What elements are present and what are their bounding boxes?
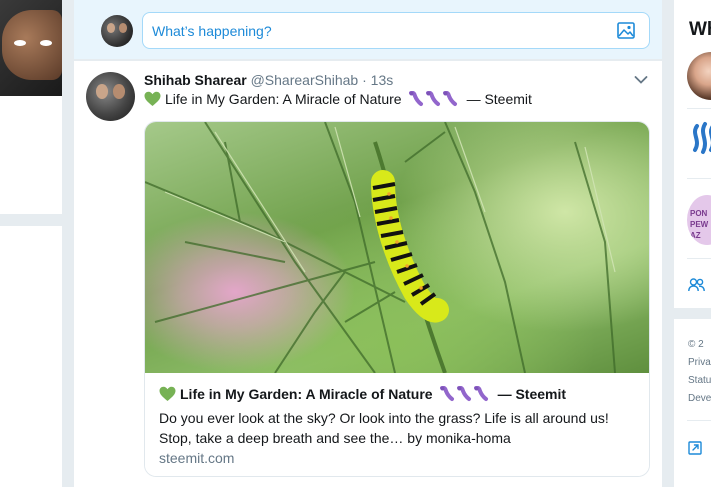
green-heart-icon bbox=[144, 91, 161, 106]
tweet-separator: · bbox=[362, 72, 367, 88]
who-to-follow-title: Wh bbox=[689, 19, 711, 40]
suggested-account-avatar[interactable]: PON PEW AZ bbox=[687, 195, 711, 245]
people-icon[interactable] bbox=[688, 278, 705, 292]
divider bbox=[687, 420, 711, 421]
card-image[interactable] bbox=[145, 122, 649, 373]
caterpillar-icon bbox=[473, 386, 488, 401]
tweet-timestamp[interactable]: 13s bbox=[371, 72, 394, 88]
link-preview-card[interactable]: Life in My Garden: A Miracle of Nature —… bbox=[144, 121, 650, 477]
left-secondary-card bbox=[0, 226, 62, 487]
image-icon[interactable] bbox=[617, 22, 635, 39]
tweet[interactable]: Shihab Sharear @SharearShihab · 13s Life… bbox=[74, 61, 662, 487]
tweet-text: Life in My Garden: A Miracle of Nature —… bbox=[144, 91, 532, 107]
suggested-account-avatar[interactable] bbox=[687, 52, 711, 100]
tweet-author-handle[interactable]: @SharearShihab bbox=[251, 72, 359, 88]
tweet-text-suffix: — Steemit bbox=[466, 91, 532, 107]
divider bbox=[687, 258, 711, 259]
tweet-author-name[interactable]: Shihab Sharear bbox=[144, 72, 247, 88]
caterpillar-icon bbox=[408, 91, 423, 106]
profile-banner-photo[interactable] bbox=[0, 0, 62, 96]
profile-face bbox=[2, 10, 62, 80]
caterpillar-icon bbox=[456, 386, 471, 401]
card-body[interactable]: Life in My Garden: A Miracle of Nature —… bbox=[145, 373, 649, 476]
caterpillar-photo bbox=[145, 122, 616, 373]
tweet-author-avatar[interactable] bbox=[86, 72, 135, 121]
card-title[interactable]: Life in My Garden: A Miracle of Nature —… bbox=[159, 386, 566, 402]
compose-placeholder: What’s happening? bbox=[152, 23, 272, 39]
profile-eye bbox=[40, 40, 52, 46]
card-domain: steemit.com bbox=[159, 450, 235, 466]
panel-gap bbox=[674, 308, 711, 319]
tweet-header: Shihab Sharear @SharearShihab · 13s bbox=[144, 72, 393, 88]
divider bbox=[687, 178, 711, 179]
footer-copyright: © 2 bbox=[688, 339, 704, 350]
card-title-text: Life in My Garden: A Miracle of Nature bbox=[180, 386, 433, 402]
card-description: Do you ever look at the sky? Or look int… bbox=[159, 410, 609, 446]
compose-input[interactable]: What’s happening? bbox=[142, 12, 650, 49]
left-profile-card bbox=[0, 0, 62, 214]
timeline-column: What’s happening? Shihab Sharear @Sharea… bbox=[74, 0, 662, 487]
card-title-suffix: — Steemit bbox=[497, 386, 567, 402]
compose-avatar[interactable] bbox=[101, 15, 133, 47]
chevron-down-icon[interactable] bbox=[634, 75, 648, 85]
divider bbox=[687, 108, 711, 109]
profile-eye bbox=[14, 40, 26, 46]
steemit-logo-icon[interactable] bbox=[687, 118, 711, 158]
caterpillar-emoji-group bbox=[408, 91, 460, 107]
caterpillar-icon bbox=[439, 386, 454, 401]
external-link-icon[interactable] bbox=[688, 441, 702, 455]
tweet-text-body: Life in My Garden: A Miracle of Nature bbox=[165, 91, 402, 107]
who-to-follow-panel: Wh PON PEW AZ © 2 Priva Statu Deve bbox=[674, 0, 711, 487]
caterpillar-emoji-group bbox=[439, 386, 491, 402]
compose-box: What’s happening? bbox=[74, 0, 662, 60]
footer-link-developers[interactable]: Deve bbox=[688, 393, 711, 404]
green-heart-icon bbox=[159, 386, 176, 401]
caterpillar-icon bbox=[425, 91, 440, 106]
caterpillar-icon bbox=[442, 91, 457, 106]
footer-link-privacy[interactable]: Priva bbox=[688, 357, 711, 368]
footer-link-status[interactable]: Statu bbox=[688, 375, 711, 386]
